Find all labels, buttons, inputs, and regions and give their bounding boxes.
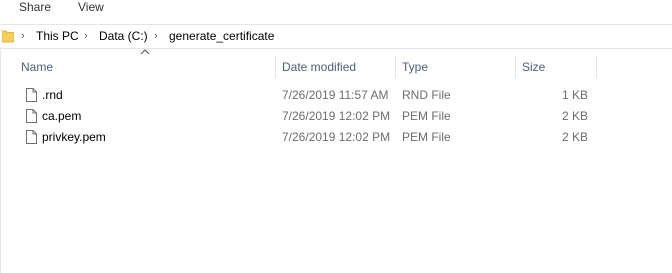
file-row[interactable]: privkey.pem 7/26/2019 12:02 PM PEM File … — [0, 127, 672, 148]
column-separator[interactable] — [275, 56, 276, 78]
breadcrumb-data-drive[interactable]: Data (C:) — [99, 25, 148, 48]
ribbon-tab-view[interactable]: View — [78, 0, 104, 15]
column-separator[interactable] — [395, 56, 396, 78]
column-header-date[interactable]: Date modified — [278, 56, 394, 78]
ribbon-tab-share[interactable]: Share — [19, 0, 51, 15]
file-size: 2 KB — [561, 130, 588, 144]
file-date: 7/26/2019 11:57 AM — [282, 88, 389, 102]
column-header-size[interactable]: Size — [518, 56, 594, 78]
column-separator[interactable] — [596, 56, 597, 78]
column-header-name[interactable]: Name — [17, 56, 275, 78]
column-header-row: Name Date modified Type Size — [0, 56, 672, 78]
pane-divider — [0, 47, 1, 273]
file-name: ca.pem — [42, 109, 82, 123]
file-icon — [26, 88, 37, 102]
file-size: 2 KB — [561, 109, 588, 123]
file-type: RND File — [402, 88, 451, 102]
file-date: 7/26/2019 12:02 PM — [282, 130, 391, 144]
folder-icon — [2, 30, 14, 43]
file-date: 7/26/2019 12:02 PM — [282, 109, 391, 123]
sort-ascending-icon — [140, 49, 150, 55]
chevron-right-icon[interactable]: › — [84, 25, 88, 48]
column-separator[interactable] — [515, 56, 516, 78]
column-header-type[interactable]: Type — [398, 56, 512, 78]
file-row[interactable]: ca.pem 7/26/2019 12:02 PM PEM File 2 KB — [0, 106, 672, 127]
file-icon — [26, 109, 37, 123]
file-type: PEM File — [402, 130, 451, 144]
file-name: .rnd — [42, 88, 63, 102]
breadcrumb-this-pc[interactable]: This PC — [36, 25, 79, 48]
chevron-right-icon[interactable]: › — [21, 25, 25, 48]
file-icon — [26, 130, 37, 144]
file-size: 1 KB — [561, 88, 588, 102]
chevron-right-icon[interactable]: › — [154, 25, 158, 48]
file-type: PEM File — [402, 109, 451, 123]
file-row[interactable]: .rnd 7/26/2019 11:57 AM RND File 1 KB — [0, 85, 672, 106]
file-name: privkey.pem — [42, 130, 106, 144]
breadcrumb-current-folder[interactable]: generate_certificate — [169, 25, 274, 48]
address-bar[interactable]: › This PC › Data (C:) › generate_certifi… — [0, 24, 672, 49]
ribbon: Share View — [0, 0, 672, 21]
